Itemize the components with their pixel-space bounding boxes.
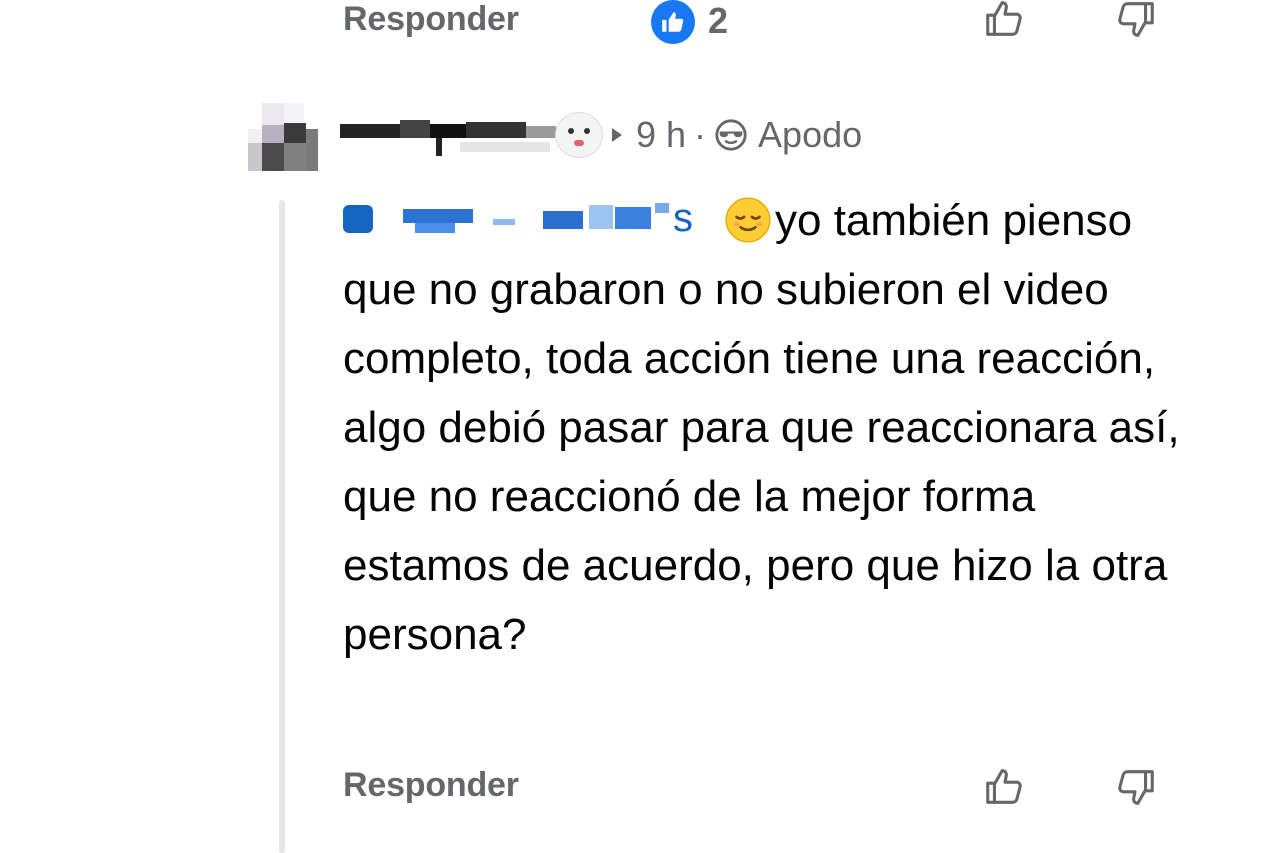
thumbs-down-icon [1118,770,1154,805]
like-button[interactable] [980,0,1030,44]
thumbs-down-icon [1118,2,1154,37]
comment-text: yo también pienso que no grabaron o no s… [343,196,1180,659]
avatar[interactable] [248,103,318,171]
comment-time[interactable]: 9 h [636,114,686,156]
like-count: 2 [708,0,729,41]
dislike-button[interactable] [1110,762,1160,812]
thread-line [279,200,285,853]
comment-text-block: s yo también pienso que no grabaron o no … [343,186,1183,669]
relieved-face-emoji [723,195,773,245]
separator: · [694,114,707,155]
previous-comment-actions: Responder 2 [0,0,1280,50]
dislike-button[interactable] [1110,0,1160,44]
badge-label: Apodo [758,114,863,155]
reply-button[interactable]: Responder [343,0,519,39]
comment-meta: 9 h · Apodo [612,114,862,156]
mention-redacted[interactable]: s [343,195,723,239]
reply-button[interactable]: Responder [343,766,519,805]
thumbs-up-icon [986,1,1022,36]
sunglasses-emoji-icon [714,118,748,152]
arrow-icon [612,128,622,142]
like-button[interactable] [980,762,1030,812]
thumbs-up-icon [986,769,1022,804]
thumbs-up-reaction-icon[interactable] [651,0,695,44]
username-redacted[interactable] [340,112,610,160]
